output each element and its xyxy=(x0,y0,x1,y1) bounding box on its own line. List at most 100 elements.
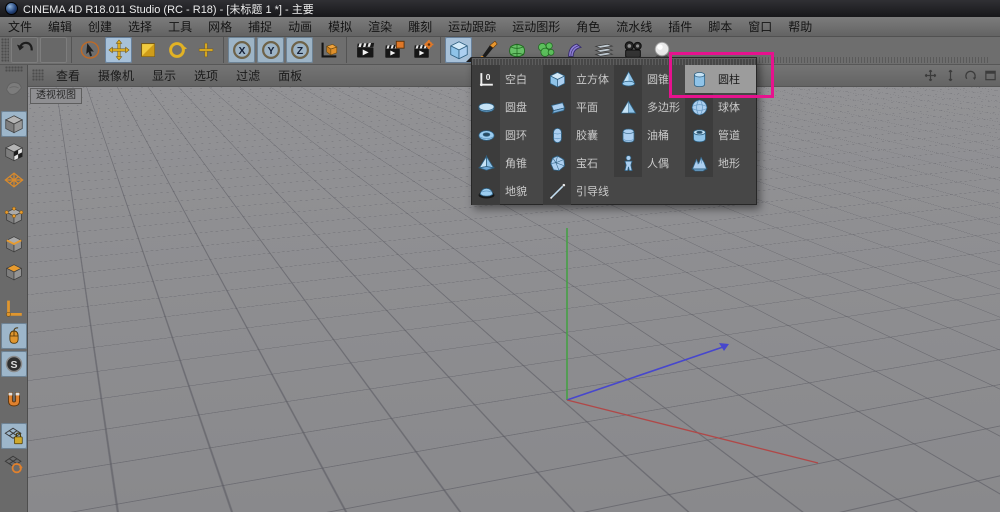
add-primitive-button[interactable] xyxy=(445,37,472,63)
enable-axis-button[interactable] xyxy=(1,295,27,321)
menu-tools[interactable]: 工具 xyxy=(160,18,200,35)
viewport-menu-panel[interactable]: 面板 xyxy=(269,67,311,84)
menu-mograph[interactable]: 运动图形 xyxy=(504,18,568,35)
menu-character[interactable]: 角色 xyxy=(568,18,608,35)
menu-create[interactable]: 创建 xyxy=(80,18,120,35)
primitive-item-capsule[interactable]: 胶囊 xyxy=(543,121,614,149)
points-mode-button[interactable] xyxy=(1,203,27,229)
zoom-view-icon[interactable] xyxy=(944,69,957,82)
svg-text:S: S xyxy=(10,359,17,371)
viewport-menu-view[interactable]: 查看 xyxy=(47,67,89,84)
primitive-label: 圆锥 xyxy=(642,71,685,87)
menu-file[interactable]: 文件 xyxy=(0,18,40,35)
primitive-item-figure[interactable]: 人偶 xyxy=(614,149,685,177)
svg-text:0: 0 xyxy=(485,71,490,81)
menu-motion-tracker[interactable]: 运动跟踪 xyxy=(440,18,504,35)
primitive-label: 胶囊 xyxy=(571,127,614,143)
title-bar: CINEMA 4D R18.011 Studio (RC - R18) - [未… xyxy=(0,0,1000,17)
workplane-mode-button[interactable] xyxy=(1,167,27,193)
menu-help[interactable]: 帮助 xyxy=(780,18,820,35)
pan-view-icon[interactable] xyxy=(924,69,937,82)
viewport-menu-cameras[interactable]: 摄像机 xyxy=(89,67,143,84)
primitive-label: 圆柱 xyxy=(713,71,756,87)
toolbar-separator xyxy=(221,37,226,63)
landscape-icon xyxy=(685,149,713,177)
primitive-label: 管道 xyxy=(713,127,756,143)
view-label: 透视视图 xyxy=(30,88,82,104)
menu-animate[interactable]: 动画 xyxy=(280,18,320,35)
coordinate-system-button[interactable] xyxy=(315,37,342,63)
window-title: CINEMA 4D R18.011 Studio (RC - R18) - [未… xyxy=(23,1,314,17)
live-selection-button[interactable] xyxy=(76,37,103,63)
primitive-item-relief[interactable]: 地貌 xyxy=(472,177,543,205)
primitive-item-polygon[interactable]: 多边形 xyxy=(614,93,685,121)
oil-tank-icon xyxy=(614,121,642,149)
polygons-mode-button[interactable] xyxy=(1,259,27,285)
snap-s-button[interactable]: S xyxy=(1,351,27,377)
primitive-item-disc[interactable]: 圆盘 xyxy=(472,93,543,121)
lock-z-axis-button[interactable]: Z xyxy=(286,37,313,63)
menu-select[interactable]: 选择 xyxy=(120,18,160,35)
render-settings-button[interactable] xyxy=(409,37,436,63)
primitive-label: 地形 xyxy=(713,155,756,171)
primitive-item-sphere[interactable]: 球体 xyxy=(685,93,756,121)
menu-sculpt[interactable]: 雕刻 xyxy=(400,18,440,35)
texture-mode-button[interactable] xyxy=(1,139,27,165)
menu-snap[interactable]: 捕捉 xyxy=(240,18,280,35)
primitive-item-tube[interactable]: 管道 xyxy=(685,121,756,149)
primitive-item-platonic[interactable]: 宝石 xyxy=(543,149,614,177)
toolbar-separator xyxy=(344,37,349,63)
sphere-icon xyxy=(685,93,713,121)
menu-mesh[interactable]: 网格 xyxy=(200,18,240,35)
primitive-label: 多边形 xyxy=(642,99,685,115)
platonic-icon xyxy=(543,149,571,177)
primitive-item-plane[interactable]: 平面 xyxy=(543,93,614,121)
render-view-button[interactable] xyxy=(351,37,378,63)
menu-render[interactable]: 渲染 xyxy=(360,18,400,35)
primitive-item-cylinder[interactable]: 圆柱 xyxy=(685,65,756,93)
lock-workplane-button[interactable] xyxy=(1,423,27,449)
toolbar-separator xyxy=(438,37,443,63)
primitive-item-null[interactable]: 0空白 xyxy=(472,65,543,93)
primitive-item-oil-tank[interactable]: 油桶 xyxy=(614,121,685,149)
menu-script[interactable]: 脚本 xyxy=(700,18,740,35)
maximize-view-icon[interactable] xyxy=(984,69,997,82)
primitive-item-torus[interactable]: 圆环 xyxy=(472,121,543,149)
menu-edit[interactable]: 编辑 xyxy=(40,18,80,35)
primitive-item-cone[interactable]: 圆锥 xyxy=(614,65,685,93)
primitive-item-guide[interactable]: 引导线 xyxy=(543,177,614,205)
menu-window[interactable]: 窗口 xyxy=(740,18,780,35)
primitive-item-landscape[interactable]: 地形 xyxy=(685,149,756,177)
rotate-tool-button[interactable] xyxy=(163,37,190,63)
viewport-menu-filter[interactable]: 过滤 xyxy=(227,67,269,84)
lock-x-axis-button[interactable]: X xyxy=(228,37,255,63)
primitive-item-pyramid[interactable]: 角锥 xyxy=(472,149,543,177)
null-icon: 0 xyxy=(472,65,500,93)
menu-tearoff-grip[interactable] xyxy=(472,58,756,65)
redo-button[interactable] xyxy=(40,37,67,63)
cinema4d-app: { "window": {"title": "CINEMA 4D R18.011… xyxy=(0,0,1000,512)
model-mode-button[interactable] xyxy=(1,111,27,137)
rotate-view-icon[interactable] xyxy=(964,69,977,82)
undo-button[interactable] xyxy=(11,37,38,63)
scale-tool-button[interactable] xyxy=(134,37,161,63)
viewport-menu-options[interactable]: 选项 xyxy=(185,67,227,84)
viewport-solo-button[interactable] xyxy=(1,323,27,349)
render-picture-viewer-button[interactable] xyxy=(380,37,407,63)
edges-mode-button[interactable] xyxy=(1,231,27,257)
menu-simulate[interactable]: 模拟 xyxy=(320,18,360,35)
primitive-item-cube[interactable]: 立方体 xyxy=(543,65,614,93)
viewport-menu-display[interactable]: 显示 xyxy=(143,67,185,84)
last-tool-button[interactable] xyxy=(192,37,219,63)
primitive-label: 地貌 xyxy=(500,183,543,199)
figure-icon xyxy=(614,149,642,177)
menu-plugins[interactable]: 插件 xyxy=(660,18,700,35)
rotate-workplane-button[interactable] xyxy=(1,451,27,477)
cone-icon xyxy=(614,65,642,93)
app-logo-icon xyxy=(5,2,18,15)
magnet-snap-button[interactable] xyxy=(1,387,27,413)
primitive-label: 平面 xyxy=(571,99,614,115)
lock-y-axis-button[interactable]: Y xyxy=(257,37,284,63)
menu-pipeline[interactable]: 流水线 xyxy=(608,18,660,35)
move-tool-button[interactable] xyxy=(105,37,132,63)
